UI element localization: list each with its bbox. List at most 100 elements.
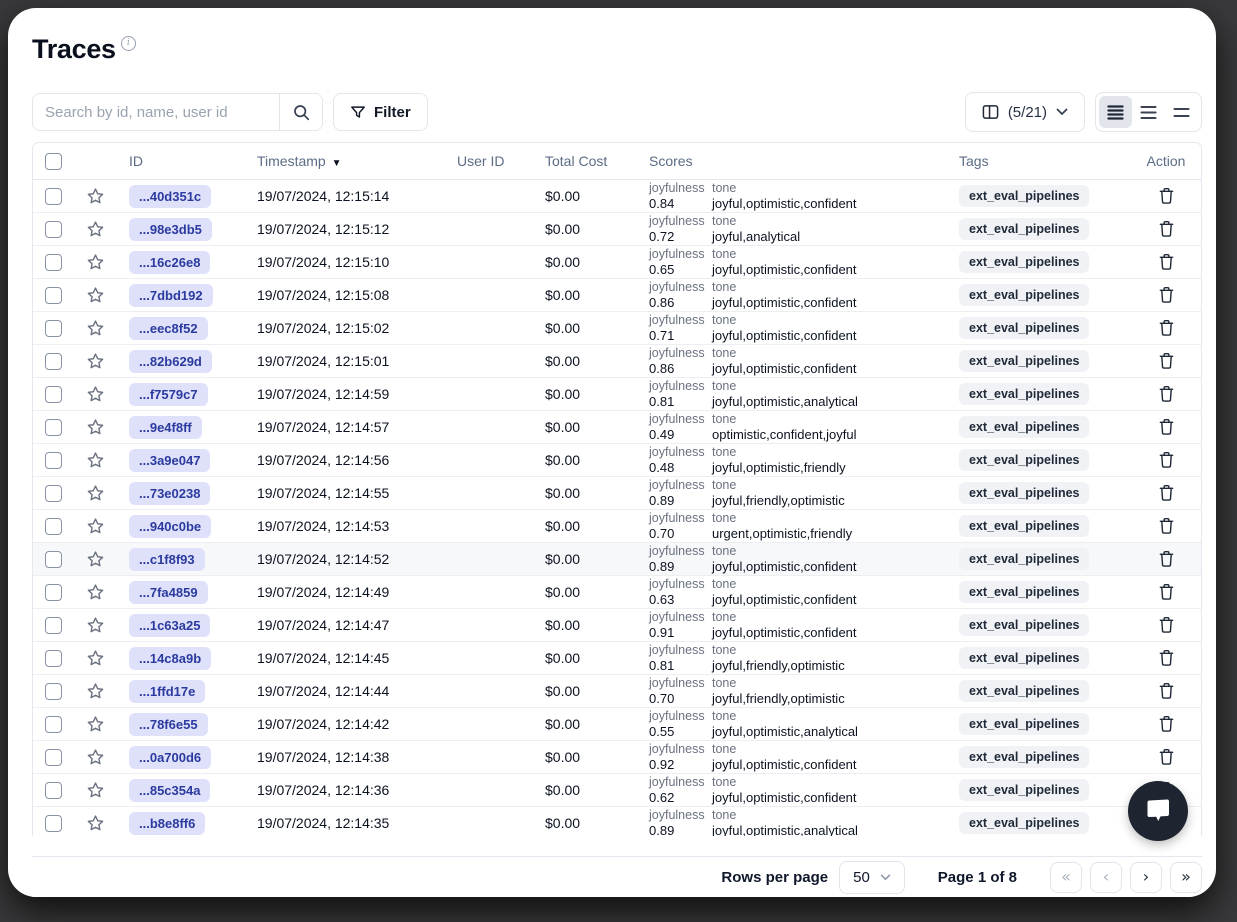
trace-tag-badge[interactable]: ext_eval_pipelines <box>959 581 1089 603</box>
row-checkbox[interactable] <box>45 452 62 469</box>
rows-per-page-select[interactable]: 50 <box>839 861 905 894</box>
bookmark-star-button[interactable] <box>73 649 117 668</box>
delete-trace-button[interactable] <box>1131 451 1201 469</box>
trace-tag-badge[interactable]: ext_eval_pipelines <box>959 383 1089 405</box>
delete-trace-button[interactable] <box>1131 517 1201 535</box>
trace-id-badge[interactable]: ...73e0238 <box>129 482 210 505</box>
trace-id-badge[interactable]: ...98e3db5 <box>129 218 212 241</box>
table-row[interactable]: ...c1f8f93 19/07/2024, 12:14:52 $0.00 jo… <box>33 543 1201 576</box>
row-checkbox[interactable] <box>45 716 62 733</box>
row-checkbox[interactable] <box>45 287 62 304</box>
row-checkbox[interactable] <box>45 320 62 337</box>
bookmark-star-button[interactable] <box>73 451 117 470</box>
row-checkbox[interactable] <box>45 749 62 766</box>
bookmark-star-button[interactable] <box>73 319 117 338</box>
row-checkbox[interactable] <box>45 188 62 205</box>
trace-id-badge[interactable]: ...82b629d <box>129 350 212 373</box>
trace-tag-badge[interactable]: ext_eval_pipelines <box>959 317 1089 339</box>
bookmark-star-button[interactable] <box>73 781 117 800</box>
trace-tag-badge[interactable]: ext_eval_pipelines <box>959 350 1089 372</box>
delete-trace-button[interactable] <box>1131 352 1201 370</box>
trace-id-badge[interactable]: ...7fa4859 <box>129 581 208 604</box>
table-row[interactable]: ...1c63a25 19/07/2024, 12:14:47 $0.00 jo… <box>33 609 1201 642</box>
row-checkbox[interactable] <box>45 683 62 700</box>
table-row[interactable]: ...9e4f8ff 19/07/2024, 12:14:57 $0.00 jo… <box>33 411 1201 444</box>
row-checkbox[interactable] <box>45 584 62 601</box>
trace-id-badge[interactable]: ...1c63a25 <box>129 614 210 637</box>
trace-id-badge[interactable]: ...85c354a <box>129 779 210 802</box>
last-page-button[interactable]: » <box>1170 862 1202 893</box>
table-row[interactable]: ...40d351c 19/07/2024, 12:15:14 $0.00 jo… <box>33 180 1201 213</box>
row-checkbox[interactable] <box>45 353 62 370</box>
table-row[interactable]: ...78f6e55 19/07/2024, 12:14:42 $0.00 jo… <box>33 708 1201 741</box>
filter-button[interactable]: Filter <box>333 93 428 131</box>
trace-tag-badge[interactable]: ext_eval_pipelines <box>959 482 1089 504</box>
prev-page-button[interactable]: ‹ <box>1090 862 1122 893</box>
first-page-button[interactable]: « <box>1050 862 1082 893</box>
trace-id-badge[interactable]: ...1ffd17e <box>129 680 205 703</box>
bookmark-star-button[interactable] <box>73 418 117 437</box>
table-row[interactable]: ...1ffd17e 19/07/2024, 12:14:44 $0.00 jo… <box>33 675 1201 708</box>
delete-trace-button[interactable] <box>1131 286 1201 304</box>
bookmark-star-button[interactable] <box>73 253 117 272</box>
trace-tag-badge[interactable]: ext_eval_pipelines <box>959 449 1089 471</box>
trace-tag-badge[interactable]: ext_eval_pipelines <box>959 779 1089 801</box>
delete-trace-button[interactable] <box>1131 187 1201 205</box>
column-header-timestamp[interactable]: Timestamp ▼ <box>257 153 457 169</box>
select-all-checkbox[interactable] <box>45 153 62 170</box>
bookmark-star-button[interactable] <box>73 220 117 239</box>
bookmark-star-button[interactable] <box>73 517 117 536</box>
row-checkbox[interactable] <box>45 815 62 832</box>
trace-id-badge[interactable]: ...16c26e8 <box>129 251 210 274</box>
delete-trace-button[interactable] <box>1131 550 1201 568</box>
row-checkbox[interactable] <box>45 617 62 634</box>
table-row[interactable]: ...98e3db5 19/07/2024, 12:15:12 $0.00 jo… <box>33 213 1201 246</box>
delete-trace-button[interactable] <box>1131 649 1201 667</box>
delete-trace-button[interactable] <box>1131 385 1201 403</box>
delete-trace-button[interactable] <box>1131 616 1201 634</box>
row-height-medium-button[interactable] <box>1132 96 1165 128</box>
bookmark-star-button[interactable] <box>73 583 117 602</box>
trace-tag-badge[interactable]: ext_eval_pipelines <box>959 680 1089 702</box>
table-row[interactable]: ...73e0238 19/07/2024, 12:14:55 $0.00 jo… <box>33 477 1201 510</box>
table-row[interactable]: ...16c26e8 19/07/2024, 12:15:10 $0.00 jo… <box>33 246 1201 279</box>
row-checkbox[interactable] <box>45 551 62 568</box>
table-row[interactable]: ...0a700d6 19/07/2024, 12:14:38 $0.00 jo… <box>33 741 1201 774</box>
trace-tag-badge[interactable]: ext_eval_pipelines <box>959 713 1089 735</box>
table-row[interactable]: ...7fa4859 19/07/2024, 12:14:49 $0.00 jo… <box>33 576 1201 609</box>
trace-id-badge[interactable]: ...940c0be <box>129 515 211 538</box>
table-row[interactable]: ...14c8a9b 19/07/2024, 12:14:45 $0.00 jo… <box>33 642 1201 675</box>
trace-id-badge[interactable]: ...c1f8f93 <box>129 548 205 571</box>
table-row[interactable]: ...3a9e047 19/07/2024, 12:14:56 $0.00 jo… <box>33 444 1201 477</box>
trace-tag-badge[interactable]: ext_eval_pipelines <box>959 185 1089 207</box>
trace-id-badge[interactable]: ...7dbd192 <box>129 284 213 307</box>
column-visibility-button[interactable]: (5/21) <box>965 92 1085 132</box>
trace-id-badge[interactable]: ...78f6e55 <box>129 713 208 736</box>
table-row[interactable]: ...82b629d 19/07/2024, 12:15:01 $0.00 jo… <box>33 345 1201 378</box>
trace-id-badge[interactable]: ...f7579c7 <box>129 383 208 406</box>
trace-tag-badge[interactable]: ext_eval_pipelines <box>959 647 1089 669</box>
row-checkbox[interactable] <box>45 221 62 238</box>
table-row[interactable]: ...7dbd192 19/07/2024, 12:15:08 $0.00 jo… <box>33 279 1201 312</box>
trace-id-badge[interactable]: ...eec8f52 <box>129 317 208 340</box>
delete-trace-button[interactable] <box>1131 715 1201 733</box>
delete-trace-button[interactable] <box>1131 484 1201 502</box>
row-checkbox[interactable] <box>45 254 62 271</box>
trace-tag-badge[interactable]: ext_eval_pipelines <box>959 548 1089 570</box>
row-checkbox[interactable] <box>45 650 62 667</box>
trace-tag-badge[interactable]: ext_eval_pipelines <box>959 251 1089 273</box>
row-checkbox[interactable] <box>45 485 62 502</box>
chat-widget-button[interactable] <box>1128 781 1188 841</box>
trace-tag-badge[interactable]: ext_eval_pipelines <box>959 812 1089 834</box>
delete-trace-button[interactable] <box>1131 418 1201 436</box>
table-row[interactable]: ...940c0be 19/07/2024, 12:14:53 $0.00 jo… <box>33 510 1201 543</box>
delete-trace-button[interactable] <box>1131 682 1201 700</box>
delete-trace-button[interactable] <box>1131 319 1201 337</box>
bookmark-star-button[interactable] <box>73 484 117 503</box>
bookmark-star-button[interactable] <box>73 352 117 371</box>
trace-id-badge[interactable]: ...9e4f8ff <box>129 416 202 439</box>
table-row[interactable]: ...b8e8ff6 19/07/2024, 12:14:35 $0.00 jo… <box>33 807 1201 836</box>
delete-trace-button[interactable] <box>1131 220 1201 238</box>
trace-tag-badge[interactable]: ext_eval_pipelines <box>959 746 1089 768</box>
bookmark-star-button[interactable] <box>73 814 117 833</box>
